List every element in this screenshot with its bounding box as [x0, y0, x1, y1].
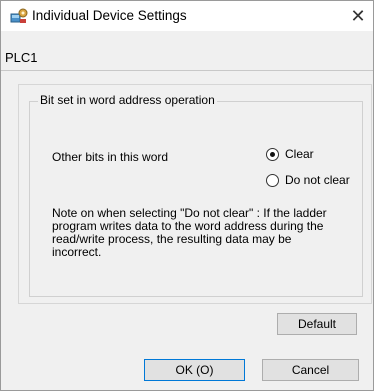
device-settings-icon: [10, 8, 28, 24]
default-button[interactable]: Default: [277, 313, 357, 335]
radio-do-not-clear-label: Do not clear: [285, 173, 350, 187]
bit-set-groupbox: Bit set in word address operation Other …: [29, 93, 363, 297]
title-bar: Individual Device Settings ✕: [1, 1, 373, 31]
radio-unselected-icon[interactable]: [266, 173, 279, 187]
radio-do-not-clear[interactable]: Do not clear: [266, 173, 350, 187]
ok-button[interactable]: OK (O): [144, 359, 245, 381]
divider: [1, 70, 373, 71]
radio-clear-label: Clear: [285, 147, 314, 161]
dialog-window: Individual Device Settings ✕ PLC1 Bit se…: [0, 0, 374, 391]
settings-panel: Bit set in word address operation Other …: [18, 84, 372, 304]
close-button[interactable]: ✕: [343, 1, 373, 31]
radio-selected-icon[interactable]: [266, 147, 279, 161]
device-bar: PLC1: [1, 47, 373, 69]
cancel-button[interactable]: Cancel: [262, 359, 359, 381]
radio-clear[interactable]: Clear: [266, 147, 314, 161]
other-bits-label: Other bits in this word: [52, 150, 169, 164]
device-name: PLC1: [5, 50, 38, 65]
dialog-title: Individual Device Settings: [32, 8, 187, 23]
groupbox-legend: Bit set in word address operation: [38, 93, 217, 107]
warning-note: Note on when selecting "Do not clear" : …: [52, 206, 327, 259]
